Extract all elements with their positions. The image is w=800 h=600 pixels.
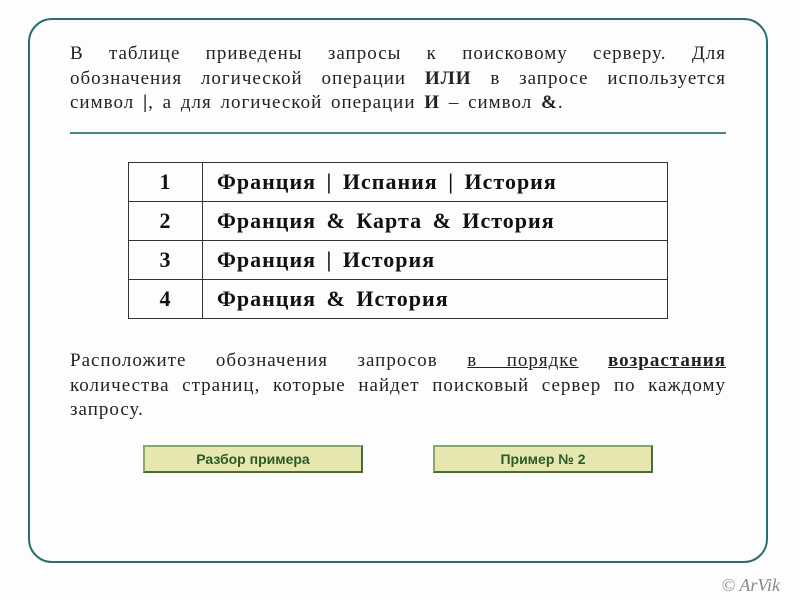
example-analysis-button[interactable]: Разбор примера xyxy=(143,445,363,473)
row-number: 3 xyxy=(129,241,203,280)
intro-bold-i: И xyxy=(424,92,440,113)
row-query: Франция | История xyxy=(203,241,668,280)
content-frame: В таблице приведены запросы к поисковому… xyxy=(28,18,768,563)
button-row: Разбор примера Пример № 2 xyxy=(70,445,726,473)
instruction-text: Расположите обозначения запросов в поряд… xyxy=(70,349,726,423)
table-row: 4 Франция & История xyxy=(129,280,668,319)
intro-text: В таблице приведены запросы к поисковому… xyxy=(70,42,726,116)
row-query: Франция & Карта & История xyxy=(203,202,668,241)
row-query: Франция | Испания | История xyxy=(203,163,668,202)
queries-table: 1 Франция | Испания | История 2 Франция … xyxy=(128,162,668,319)
intro-bold-ili: ИЛИ xyxy=(425,68,472,89)
row-number: 4 xyxy=(129,280,203,319)
intro-part: , а для логической операции xyxy=(148,92,424,113)
instr-part: Расположите обозначения запросов xyxy=(70,350,467,371)
table-row: 1 Франция | Испания | История xyxy=(129,163,668,202)
instr-underline-bold: возрастания xyxy=(608,350,726,371)
table-row: 3 Франция | История xyxy=(129,241,668,280)
intro-part: . xyxy=(558,92,564,113)
row-query: Франция & История xyxy=(203,280,668,319)
example-2-button[interactable]: Пример № 2 xyxy=(433,445,653,473)
instr-part: количества страниц, которые найдет поиск… xyxy=(70,375,726,421)
row-number: 1 xyxy=(129,163,203,202)
table-row: 2 Франция & Карта & История xyxy=(129,202,668,241)
intro-part: – символ xyxy=(440,92,541,113)
instr-underline: в порядке xyxy=(467,350,578,371)
instr-part xyxy=(578,350,608,371)
copyright: © ArVik xyxy=(722,575,781,596)
divider xyxy=(70,132,726,134)
intro-bold-amp: & xyxy=(541,92,558,113)
row-number: 2 xyxy=(129,202,203,241)
